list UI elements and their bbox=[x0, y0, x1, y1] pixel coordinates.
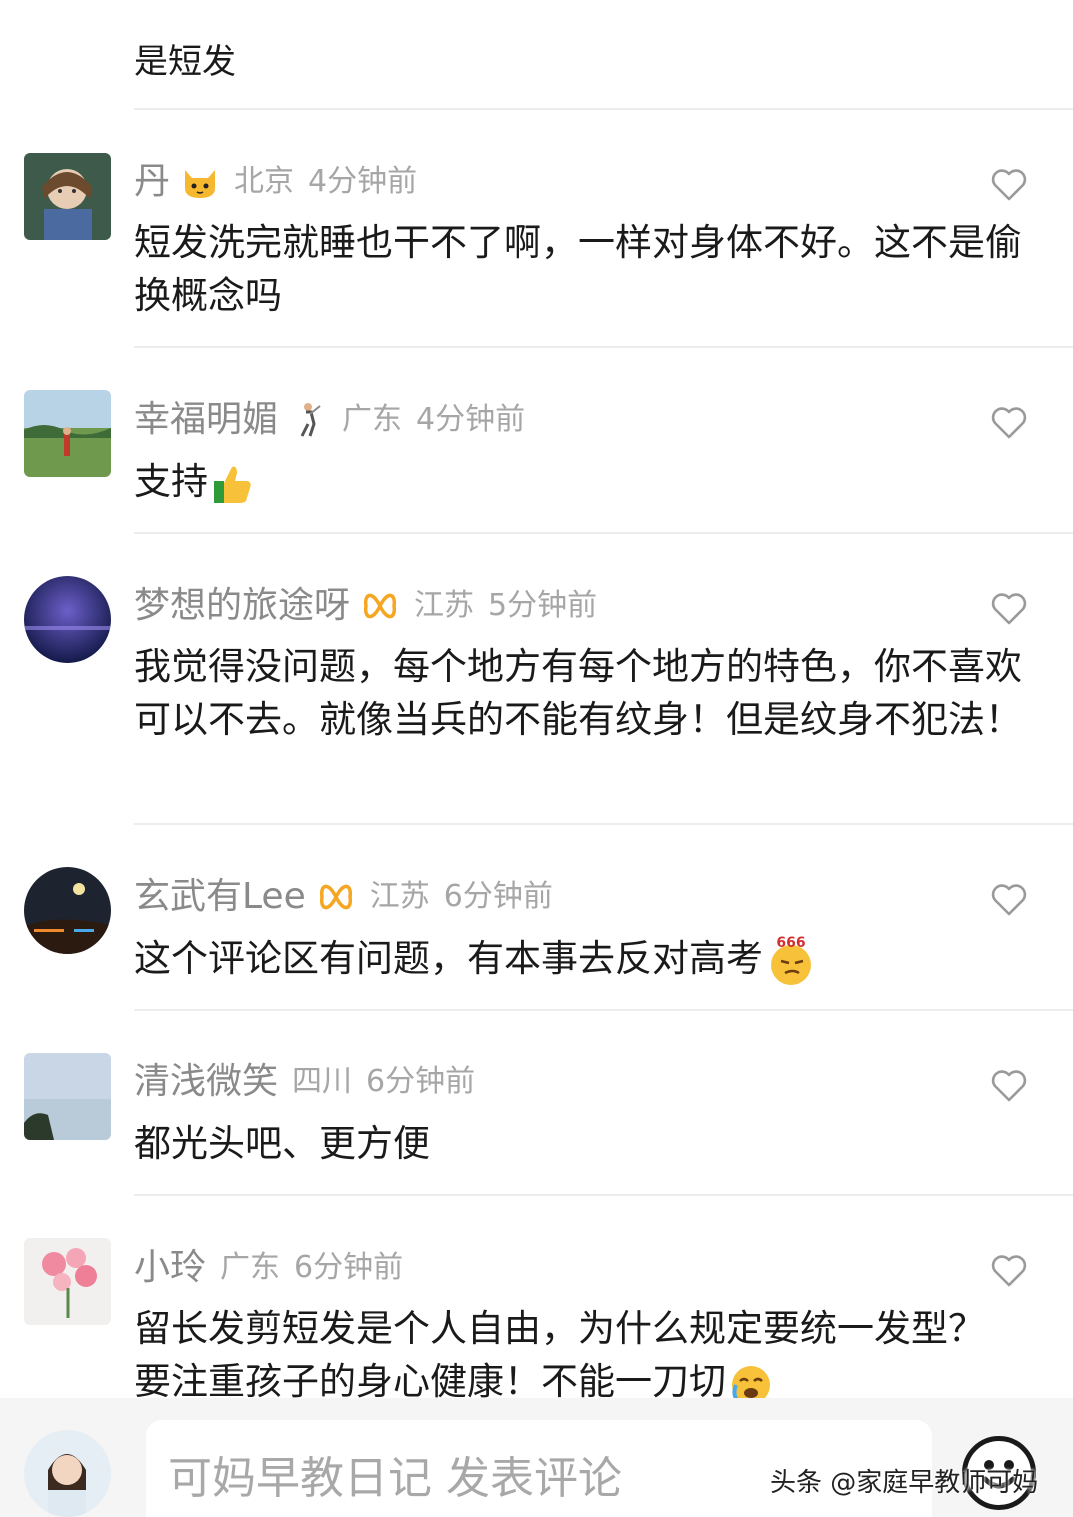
cat-emoji-icon bbox=[180, 162, 220, 202]
avatar[interactable] bbox=[24, 390, 111, 477]
comment-text: 短发洗完就睡也干不了啊，一样对身体不好。这不是偷换概念吗 bbox=[134, 221, 1022, 317]
comment-text: 这个评论区有问题，有本事去反对高考 bbox=[134, 937, 763, 980]
divider bbox=[134, 346, 1073, 348]
location-label: 江苏 bbox=[369, 879, 430, 914]
comment-text: 我觉得没问题，每个地方有每个地方的特色，你不喜欢可以不去。就像当兵的不能有纹身！… bbox=[134, 645, 1022, 741]
user-name[interactable]: 丹 bbox=[134, 160, 170, 204]
ribbon-badge-icon bbox=[316, 877, 356, 917]
top-text: 是短发 bbox=[134, 42, 236, 76]
time-label: 6分钟前 bbox=[443, 879, 553, 914]
comment-text: 都光头吧、更方便 bbox=[134, 1122, 430, 1165]
golfer-emoji-icon bbox=[288, 400, 328, 440]
divider bbox=[134, 532, 1073, 534]
user-name[interactable]: 梦想的旅途呀 bbox=[134, 584, 350, 628]
avatar[interactable] bbox=[24, 1238, 111, 1325]
heart-icon[interactable] bbox=[990, 166, 1028, 202]
comment-input-placeholder: 可妈早教日记 发表评论 bbox=[168, 1453, 622, 1504]
location-label: 广东 bbox=[220, 1250, 281, 1285]
time-label: 4分钟前 bbox=[308, 164, 418, 199]
time-label: 4分钟前 bbox=[416, 402, 526, 437]
location-label: 江苏 bbox=[414, 588, 475, 623]
user-name[interactable]: 小玲 bbox=[134, 1246, 206, 1290]
divider bbox=[134, 1009, 1073, 1011]
divider bbox=[134, 108, 1073, 110]
heart-icon[interactable] bbox=[990, 590, 1028, 626]
time-label: 6分钟前 bbox=[294, 1250, 404, 1285]
heart-icon[interactable] bbox=[990, 1067, 1028, 1103]
location-label: 广东 bbox=[342, 402, 403, 437]
time-label: 6分钟前 bbox=[366, 1064, 476, 1099]
divider bbox=[134, 1194, 1073, 1196]
heart-icon[interactable] bbox=[990, 881, 1028, 917]
my-avatar[interactable] bbox=[24, 1430, 111, 1517]
heart-icon[interactable] bbox=[990, 1252, 1028, 1288]
avatar[interactable] bbox=[24, 576, 111, 663]
thumbs-up-icon bbox=[210, 461, 256, 507]
user-name[interactable]: 玄武有Lee bbox=[134, 875, 306, 919]
comment-text: 支持 bbox=[134, 460, 208, 503]
emoji-666-label: 666 bbox=[776, 935, 805, 951]
user-name[interactable]: 幸福明媚 bbox=[134, 398, 278, 442]
watermark: 头条 @家庭早教师可妈 bbox=[770, 1468, 1039, 1498]
location-label: 北京 bbox=[234, 164, 295, 199]
avatar[interactable] bbox=[24, 1053, 111, 1140]
user-name[interactable]: 清浅微笑 bbox=[134, 1060, 278, 1104]
heart-icon[interactable] bbox=[990, 404, 1028, 440]
ribbon-badge-icon bbox=[360, 586, 400, 626]
time-label: 5分钟前 bbox=[488, 588, 598, 623]
comment-text: 留长发剪短发是个人自由，为什么规定要统一发型？要注重孩子的身心健康！不能一刀切 bbox=[134, 1307, 985, 1403]
avatar[interactable] bbox=[24, 153, 111, 240]
666-emoji-icon: 666 bbox=[765, 935, 817, 987]
location-label: 四川 bbox=[292, 1064, 353, 1099]
avatar[interactable] bbox=[24, 867, 111, 954]
divider bbox=[134, 823, 1073, 825]
